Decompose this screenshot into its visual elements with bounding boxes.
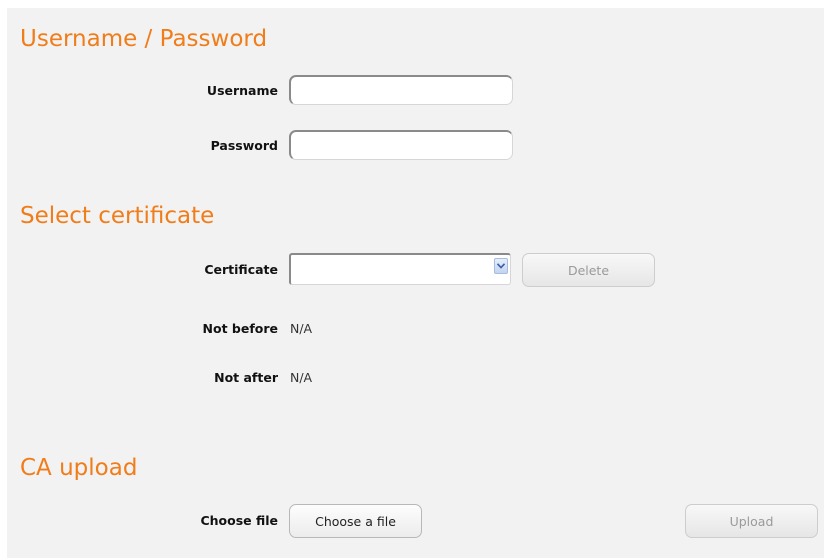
not-before-label: Not before <box>202 321 278 336</box>
certificate-label: Certificate <box>204 262 278 277</box>
username-password-heading: Username / Password <box>20 26 268 52</box>
password-input[interactable] <box>289 130 513 160</box>
username-input[interactable] <box>289 75 513 105</box>
upload-button[interactable]: Upload <box>685 504 818 538</box>
choose-file-button[interactable]: Choose a file <box>289 504 422 538</box>
certificate-select[interactable] <box>289 253 511 285</box>
password-label: Password <box>210 138 278 153</box>
select-certificate-heading: Select certificate <box>20 203 215 229</box>
not-after-value: N/A <box>290 370 313 385</box>
not-before-value: N/A <box>290 321 313 336</box>
not-after-label: Not after <box>214 370 278 385</box>
choose-file-label: Choose file <box>200 513 278 528</box>
delete-button[interactable]: Delete <box>522 253 655 287</box>
chevron-down-icon[interactable] <box>494 258 508 274</box>
username-label: Username <box>206 83 278 98</box>
ca-upload-heading: CA upload <box>20 455 138 481</box>
